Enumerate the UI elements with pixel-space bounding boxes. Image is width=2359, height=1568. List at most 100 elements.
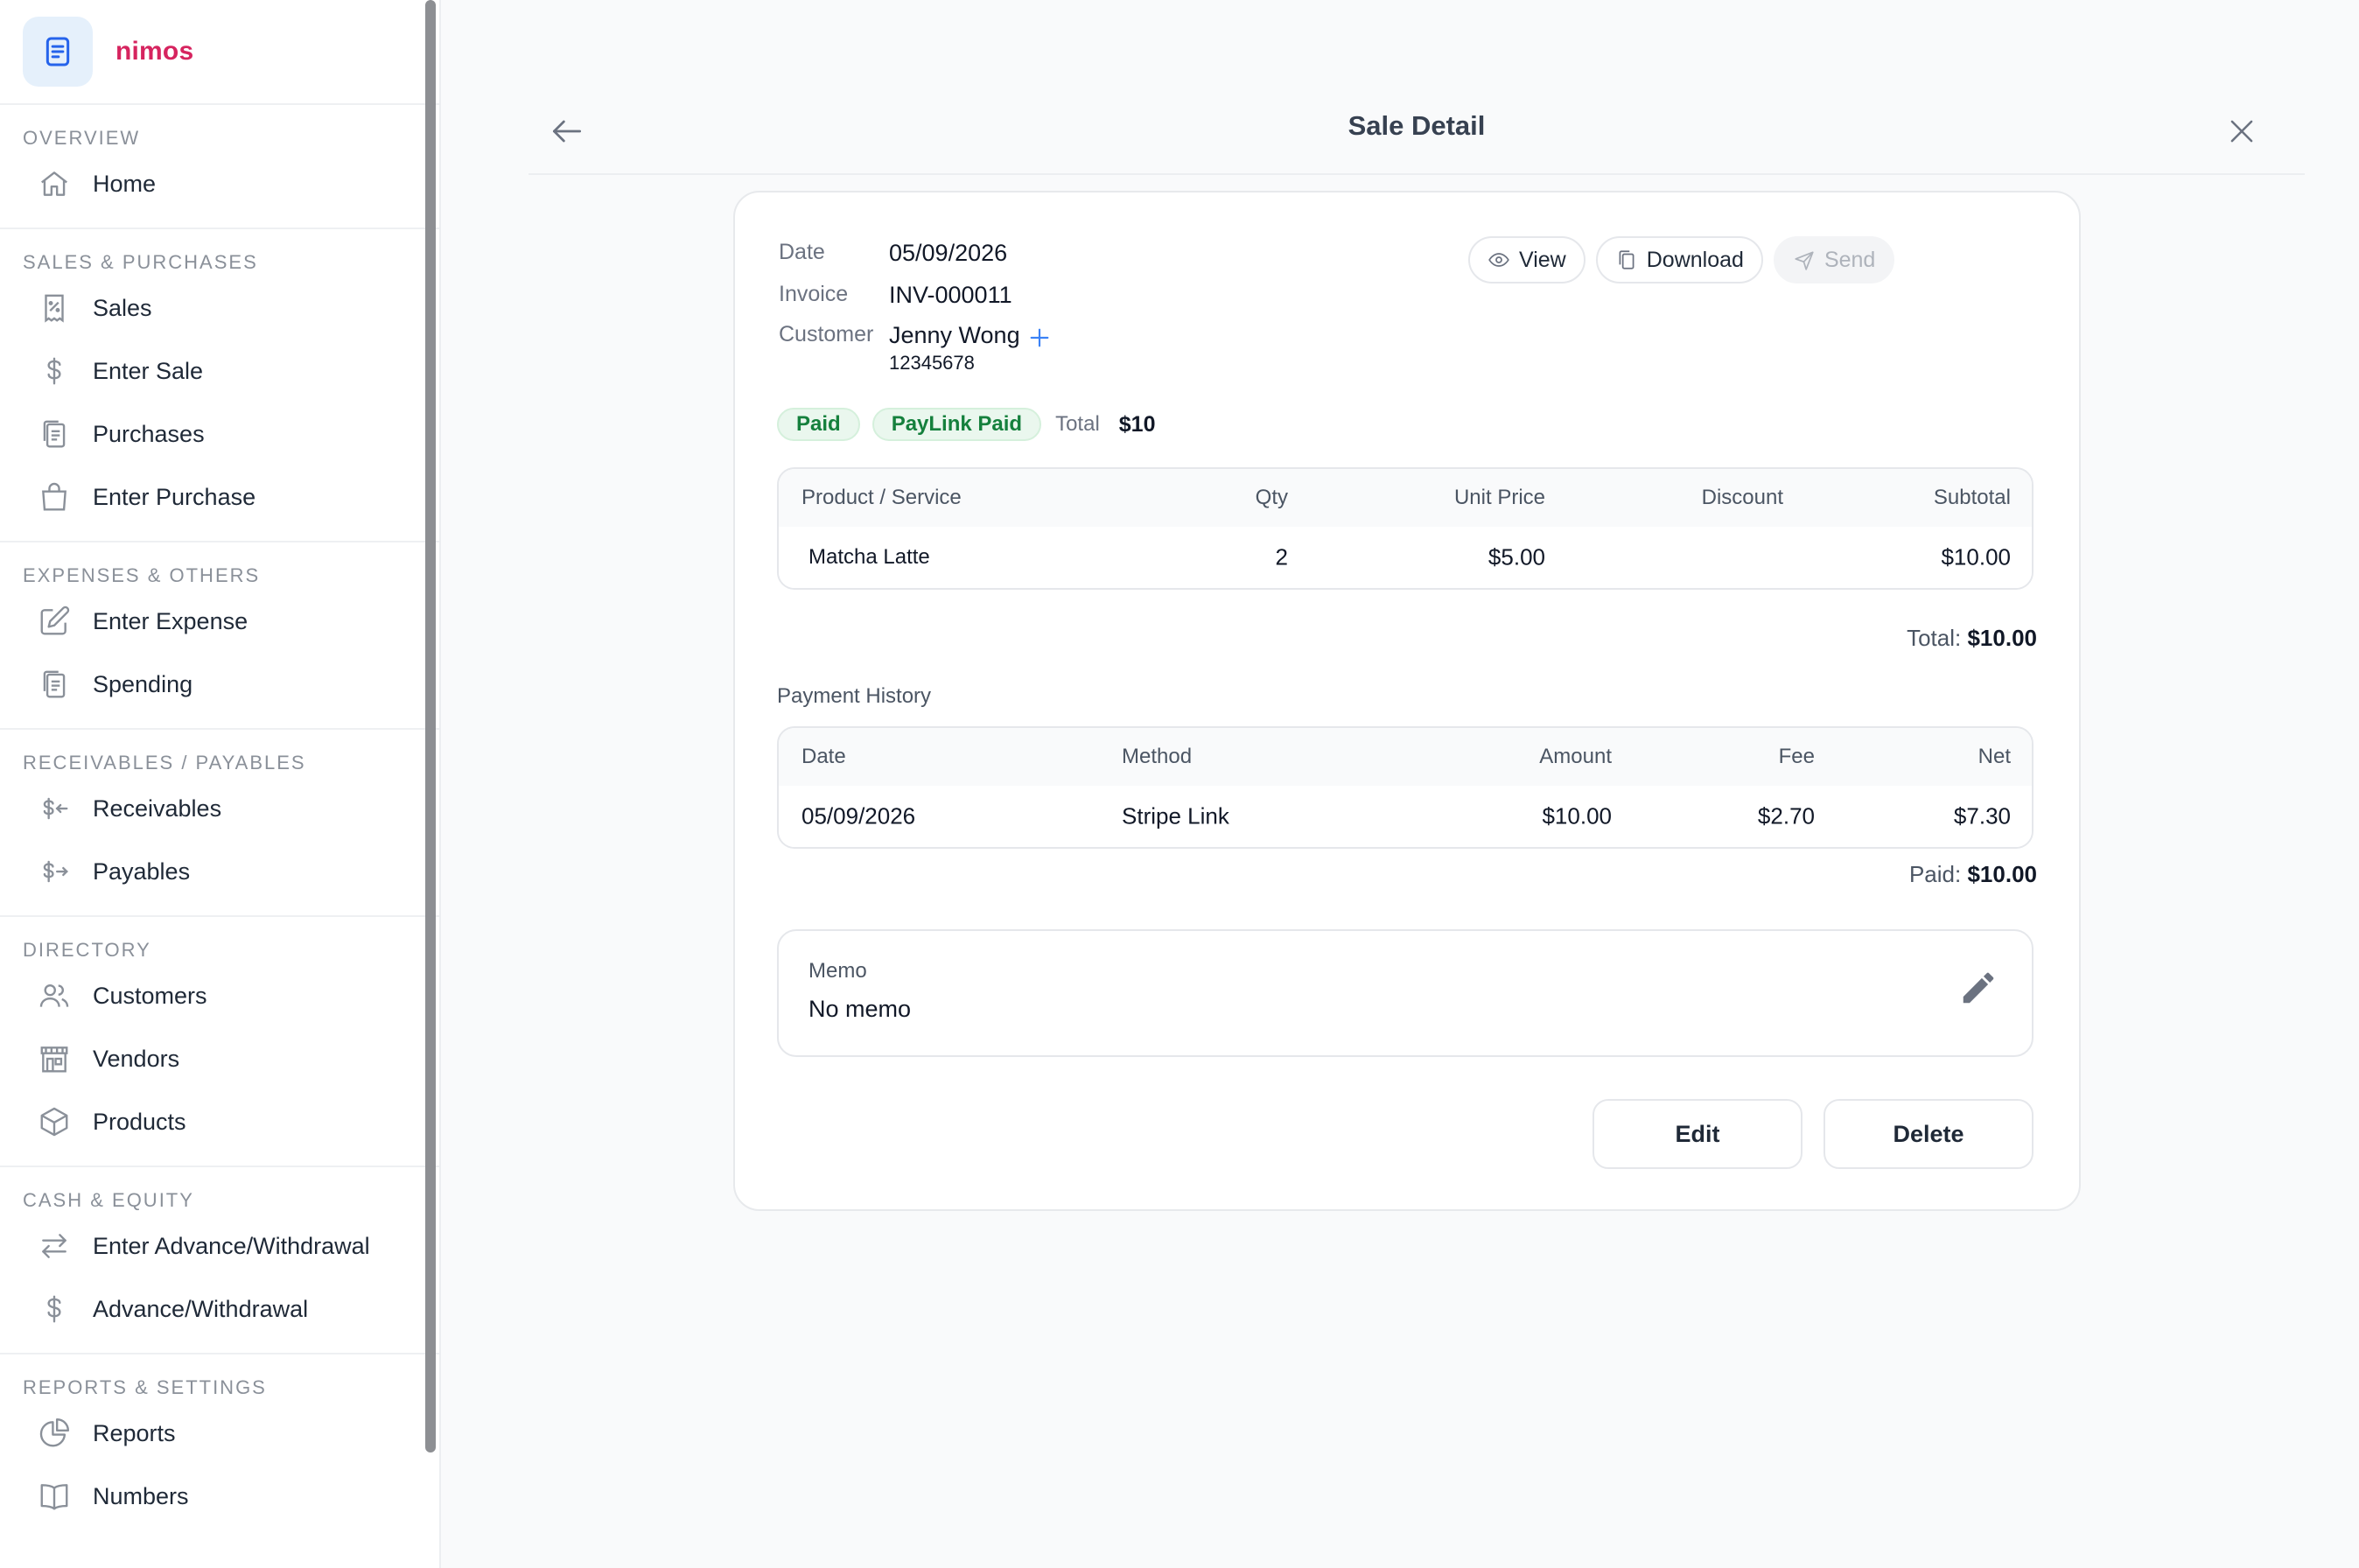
download-button[interactable]: Download	[1595, 236, 1763, 284]
paid-total: Paid: $10.00	[1909, 861, 2037, 888]
sidebar-item-label: Receivables	[93, 794, 222, 822]
invoice-row: Invoice INV-000011	[779, 282, 1012, 309]
sidebar-scrollbar[interactable]	[425, 0, 436, 1452]
table-header: Date Method Amount Fee Net	[779, 728, 2032, 786]
sidebar-item-label: Enter Expense	[93, 607, 248, 634]
invoice-label: Invoice	[779, 282, 849, 306]
send-button[interactable]: Send	[1773, 236, 1895, 284]
date-label: Date	[779, 240, 825, 264]
subtotal-cell: $10.00	[1941, 543, 2011, 570]
customer-row: Customer Jenny Wong	[779, 322, 1020, 349]
sidebar-item-vendors[interactable]: Vendors	[0, 1027, 439, 1090]
sidebar-item-label: Enter Sale	[93, 357, 204, 384]
sidebar-item-products[interactable]: Products	[0, 1090, 439, 1153]
payment-amount-cell: $10.00	[1542, 802, 1612, 830]
column-header: Qty	[1255, 486, 1288, 509]
sidebar-item-receivables[interactable]: Receivables	[0, 777, 439, 840]
dollar-icon	[37, 1292, 72, 1326]
memo-value: No memo	[808, 996, 912, 1022]
brand[interactable]: nimos	[0, 0, 439, 105]
invoice-total: Total: $10.00	[1907, 625, 2037, 652]
paid-badge: Paid	[777, 408, 860, 441]
sidebar-item-label: Advance/Withdrawal	[93, 1295, 309, 1322]
payment-method-cell: Stripe Link	[1122, 802, 1229, 830]
sidebar-section-expenses: Expenses & Others Enter Expense Spending	[0, 542, 439, 730]
sidebar-item-label: Customers	[93, 982, 207, 1009]
dollar-arrow-left-icon	[37, 791, 72, 826]
sale-detail-card: Date 05/09/2026 Invoice INV-000011 Custo…	[733, 191, 2081, 1211]
column-header: Discount	[1701, 486, 1783, 509]
sidebar-item-label: Home	[93, 170, 157, 197]
total-value: $10	[1118, 411, 1156, 437]
view-button[interactable]: View	[1468, 236, 1586, 284]
column-header: Product / Service	[802, 486, 962, 509]
payment-fee-cell: $2.70	[1757, 802, 1815, 830]
paid-total-value: $10.00	[1967, 861, 2037, 887]
total-label: Total	[1055, 412, 1100, 436]
paid-total-label: Paid:	[1908, 861, 1962, 887]
arrows-exchange-icon	[37, 1228, 72, 1264]
column-header: Amount	[1539, 745, 1612, 768]
sidebar-item-enter-expense[interactable]: Enter Expense	[0, 590, 439, 653]
sidebar-section-reports-settings: Reports & Settings Reports Numbers	[0, 1354, 439, 1540]
sidebar-section-receivables-payables: Receivables / Payables Receivables Payab…	[0, 730, 439, 917]
invoice-number: INV-000011	[889, 282, 1012, 308]
payment-history-title: Payment History	[777, 684, 932, 708]
brand-logo-icon	[23, 17, 93, 87]
delete-button[interactable]: Delete	[1824, 1099, 2034, 1169]
sidebar-item-purchases[interactable]: Purchases	[0, 402, 439, 466]
column-header: Date	[802, 745, 846, 768]
storefront-icon	[37, 1041, 72, 1076]
pie-chart-icon	[37, 1416, 72, 1451]
sidebar-item-enter-sale[interactable]: Enter Sale	[0, 340, 439, 402]
sidebar-item-payables[interactable]: Payables	[0, 840, 439, 903]
send-button-label: Send	[1824, 247, 1876, 272]
sidebar-item-home[interactable]: Home	[0, 152, 439, 215]
edit-button[interactable]: Edit	[1592, 1099, 1802, 1169]
memo-label: Memo	[808, 959, 867, 983]
dollar-arrow-right-icon	[37, 854, 72, 889]
payment-date-cell: 05/09/2026	[802, 802, 916, 830]
sidebar-item-label: Spending	[93, 670, 193, 697]
cube-icon	[37, 1104, 72, 1139]
paper-plane-icon	[1795, 251, 1814, 270]
qty-cell: 2	[1275, 543, 1288, 570]
edit-memo-button[interactable]	[1958, 968, 1998, 1008]
close-icon	[2230, 120, 2253, 143]
plus-icon	[1030, 328, 1049, 347]
sidebar-item-sales[interactable]: Sales	[0, 276, 439, 340]
dollar-icon	[37, 354, 72, 388]
line-items-table: Product / Service Qty Unit Price Discoun…	[777, 467, 2034, 590]
column-header: Unit Price	[1453, 486, 1545, 509]
payment-net-cell: $7.30	[1953, 802, 2011, 830]
sidebar-item-label: Sales	[93, 294, 152, 321]
table-header: Product / Service Qty Unit Price Discoun…	[779, 469, 2032, 527]
document-actions: View Download Send	[1468, 236, 1895, 284]
page-title: Sale Detail	[1348, 110, 1486, 141]
close-button[interactable]	[2217, 107, 2266, 156]
add-customer-button[interactable]	[1026, 324, 1054, 352]
paylink-paid-badge: PayLink Paid	[872, 408, 1042, 441]
sidebar-item-advance-withdrawal[interactable]: Advance/Withdrawal	[0, 1278, 439, 1340]
sidebar-item-reports[interactable]: Reports	[0, 1402, 439, 1465]
sidebar-section-sales-purchases: Sales & Purchases Sales Enter Sale Purch…	[0, 229, 439, 542]
sidebar-item-enter-purchase[interactable]: Enter Purchase	[0, 466, 439, 528]
customer-label: Customer	[779, 322, 874, 346]
sidebar-section-cash-equity: Cash & Equity Enter Advance/Withdrawal A…	[0, 1167, 439, 1354]
section-title: Cash & Equity	[23, 1189, 194, 1211]
unit-price-cell: $5.00	[1488, 543, 1545, 570]
sidebar-item-numbers[interactable]: Numbers	[0, 1465, 439, 1528]
invoice-total-value: $10.00	[1967, 625, 2037, 651]
table-row: 05/09/2026 Stripe Link $10.00 $2.70 $7.3…	[779, 786, 2032, 847]
sidebar-section-overview: Overview Home	[0, 105, 439, 229]
column-header: Fee	[1778, 745, 1815, 768]
sidebar-item-label: Payables	[93, 858, 191, 885]
sidebar-section-directory: Directory Customers Vendors Products	[0, 917, 439, 1167]
payment-history-table: Date Method Amount Fee Net 05/09/2026 St…	[777, 726, 2034, 849]
sidebar-item-spending[interactable]: Spending	[0, 653, 439, 716]
section-title: Expenses & Others	[23, 564, 261, 586]
sidebar-item-label: Numbers	[93, 1482, 189, 1509]
sidebar-item-customers[interactable]: Customers	[0, 964, 439, 1027]
customer-name[interactable]: Jenny Wong	[889, 322, 1020, 349]
sidebar-item-enter-advance-withdrawal[interactable]: Enter Advance/Withdrawal	[0, 1214, 439, 1278]
